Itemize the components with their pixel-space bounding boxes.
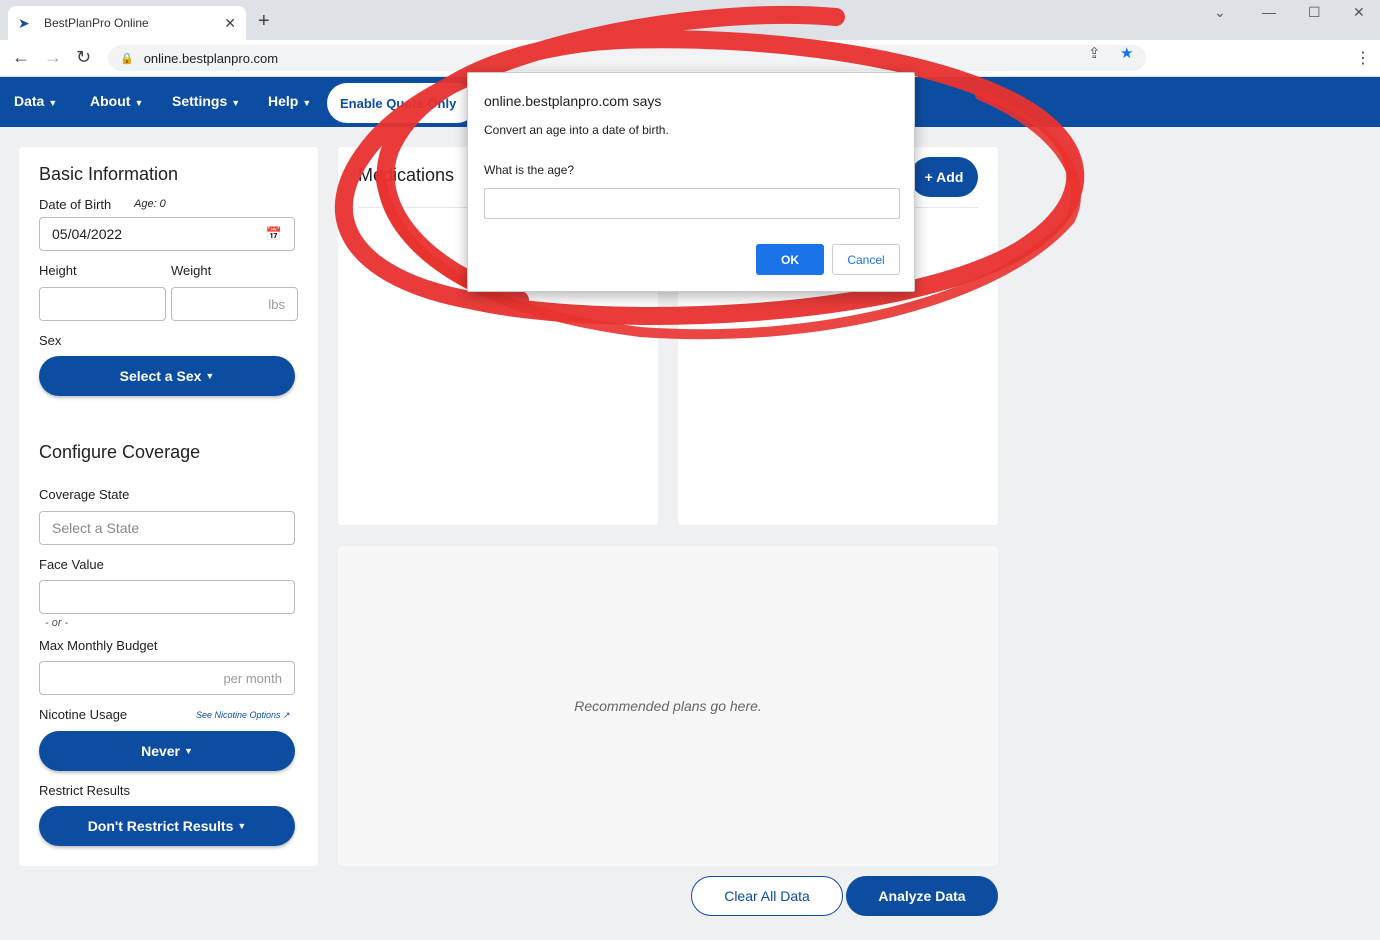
restrict-results-label: Restrict Results bbox=[39, 783, 131, 798]
weight-label: Weight bbox=[171, 263, 212, 278]
face-value-input[interactable] bbox=[39, 580, 295, 614]
reload-icon[interactable]: ↻ bbox=[76, 47, 91, 68]
left-panel: Basic Information Date of Birth Age: 0 0… bbox=[19, 147, 318, 866]
bird-logo-icon: ➤ bbox=[18, 14, 30, 31]
caret-down-icon: ▼ bbox=[134, 98, 144, 108]
budget-input[interactable]: per month bbox=[39, 661, 295, 695]
address-bar[interactable]: 🔒 online.bestplanpro.com bbox=[108, 45, 1146, 71]
star-icon[interactable]: ★ bbox=[1120, 44, 1133, 62]
caret-down-icon: ▼ bbox=[48, 98, 58, 108]
maximize-icon[interactable]: ☐ bbox=[1308, 4, 1321, 21]
recommended-placeholder: Recommended plans go here. bbox=[574, 698, 762, 714]
caret-down-icon: ▼ bbox=[231, 98, 241, 108]
back-arrow-icon[interactable]: ← bbox=[12, 47, 30, 68]
coverage-state-select[interactable]: Select a State bbox=[39, 511, 295, 545]
restrict-results-button[interactable]: Don't Restrict Results ▼ bbox=[39, 806, 295, 846]
caret-down-icon: ▼ bbox=[184, 746, 193, 756]
state-placeholder: Select a State bbox=[52, 520, 140, 536]
caret-down-icon: ▼ bbox=[205, 371, 215, 381]
caret-down-icon: ▼ bbox=[237, 821, 247, 831]
nicotine-label: Nicotine Usage bbox=[39, 707, 128, 722]
nicotine-usage-button[interactable]: Never ▼ bbox=[39, 731, 295, 771]
external-link-icon: ↗ bbox=[280, 710, 291, 720]
window-close-icon[interactable]: ✕ bbox=[1353, 4, 1365, 21]
cancel-button[interactable]: Cancel bbox=[832, 244, 900, 275]
coverage-state-label: Coverage State bbox=[39, 487, 130, 502]
basic-info-title: Basic Information bbox=[39, 164, 179, 184]
weight-input[interactable]: lbs bbox=[171, 287, 298, 321]
close-icon[interactable]: ✕ bbox=[224, 15, 236, 32]
clear-all-data-button[interactable]: Clear All Data bbox=[691, 876, 843, 916]
dialog-message: Convert an age into a date of birth. bbox=[484, 123, 669, 137]
dob-input[interactable]: 05/04/2022 📅 bbox=[39, 217, 295, 251]
add-button[interactable]: + Add bbox=[910, 157, 978, 197]
caret-down-icon: ▼ bbox=[302, 98, 312, 108]
dob-label: Date of Birth bbox=[39, 197, 112, 212]
weight-unit: lbs bbox=[268, 296, 285, 312]
dialog-question: What is the age? bbox=[484, 163, 575, 177]
enable-quote-only-button[interactable]: Enable Quote Only bbox=[327, 83, 477, 123]
nav-help[interactable]: Help ▼ bbox=[268, 93, 311, 109]
dob-value: 05/04/2022 bbox=[52, 226, 123, 242]
browser-tabstrip: ➤ BestPlanPro Online ✕ + ⌄ — ☐ ✕ bbox=[0, 0, 1380, 40]
budget-unit: per month bbox=[223, 670, 282, 686]
ok-button[interactable]: OK bbox=[756, 244, 824, 275]
dialog-title: online.bestplanpro.com says bbox=[484, 93, 662, 109]
new-tab-icon[interactable]: + bbox=[258, 10, 270, 33]
age-label: Age: 0 bbox=[134, 198, 166, 210]
face-value-label: Face Value bbox=[39, 557, 104, 572]
chevron-down-icon[interactable]: ⌄ bbox=[1214, 4, 1226, 21]
height-label: Height bbox=[39, 263, 77, 278]
analyze-data-button[interactable]: Analyze Data bbox=[846, 876, 998, 916]
calendar-icon[interactable]: 📅 bbox=[266, 226, 282, 242]
height-input[interactable] bbox=[39, 287, 166, 321]
nav-settings[interactable]: Settings ▼ bbox=[172, 93, 240, 109]
sex-label: Sex bbox=[39, 333, 62, 348]
or-divider: - or - bbox=[45, 617, 69, 629]
url-text: online.bestplanpro.com bbox=[143, 50, 279, 66]
prompt-dialog: online.bestplanpro.com says Convert an a… bbox=[467, 72, 915, 292]
medications-title: Medications bbox=[358, 165, 455, 185]
nav-data[interactable]: Data ▼ bbox=[14, 93, 57, 109]
select-sex-button[interactable]: Select a Sex ▼ bbox=[39, 356, 295, 396]
forward-arrow-icon[interactable]: → bbox=[44, 47, 62, 68]
share-icon[interactable]: ⇪ bbox=[1088, 44, 1101, 62]
nicotine-options-link[interactable]: See Nicotine Options ↗ bbox=[196, 710, 291, 721]
budget-label: Max Monthly Budget bbox=[39, 638, 158, 653]
coverage-title: Configure Coverage bbox=[39, 442, 201, 462]
tab-title: BestPlanPro Online bbox=[44, 16, 149, 30]
age-input[interactable] bbox=[484, 188, 900, 219]
nav-about[interactable]: About ▼ bbox=[90, 93, 143, 109]
kebab-menu-icon[interactable]: ⋮ bbox=[1355, 48, 1371, 68]
minimize-icon[interactable]: — bbox=[1262, 4, 1276, 20]
browser-tab[interactable]: ➤ BestPlanPro Online ✕ bbox=[8, 6, 246, 40]
lock-icon: 🔒 bbox=[120, 52, 134, 65]
recommended-plans-area: Recommended plans go here. bbox=[338, 546, 998, 866]
